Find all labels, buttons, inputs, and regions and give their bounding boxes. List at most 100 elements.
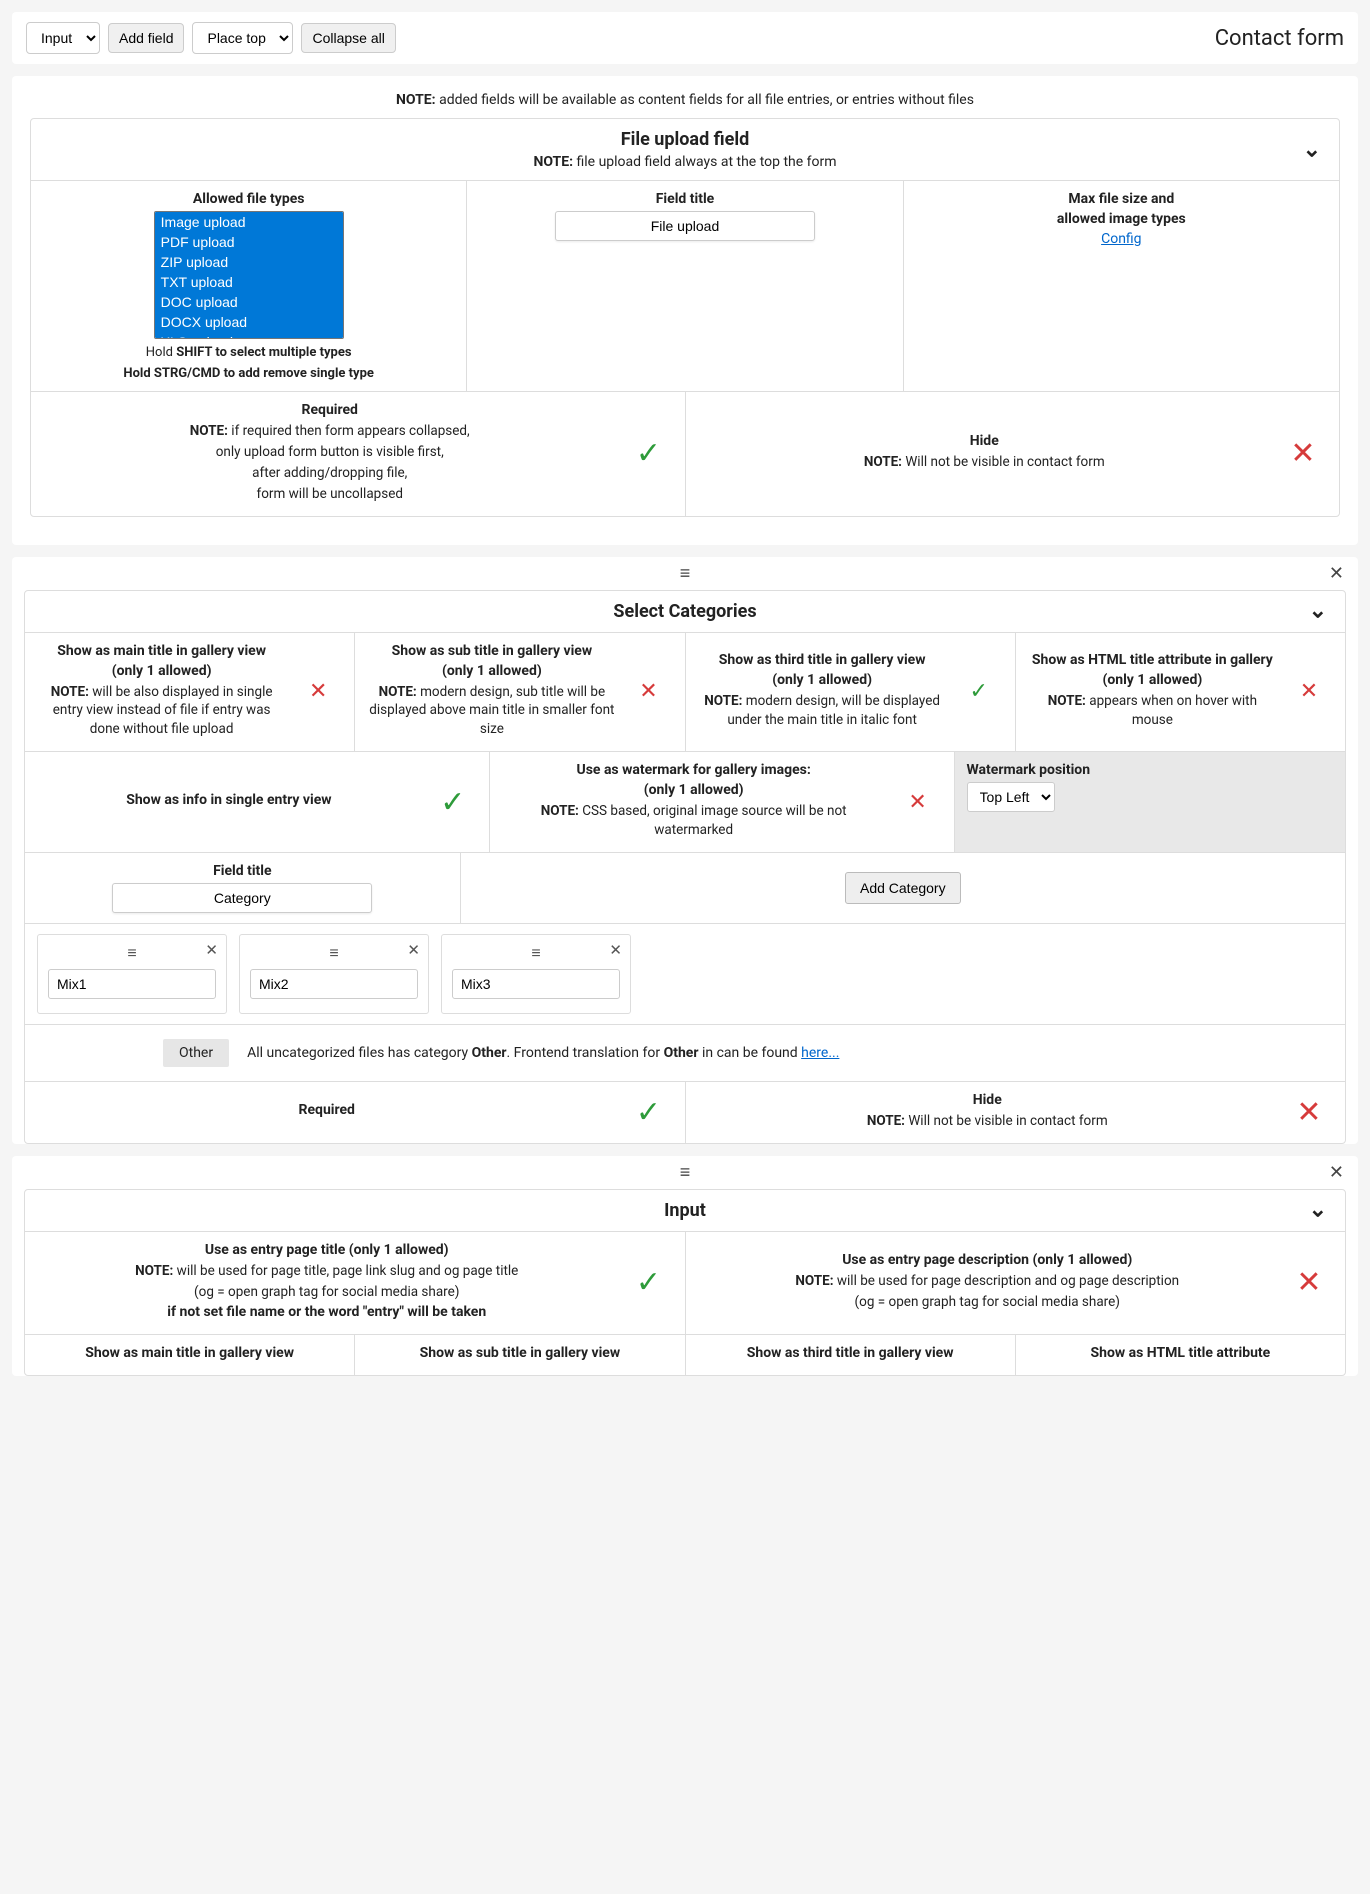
- cell-heading: Show as sub title in gallery view: [367, 643, 616, 659]
- drag-handle-icon[interactable]: ≡: [250, 943, 418, 963]
- input-panel: ≡ ✕ Input ⌄ Use as entry page title (onl…: [12, 1156, 1358, 1376]
- field-title-input[interactable]: [555, 211, 815, 241]
- main-title-cell: Show as main title in gallery view: [25, 1335, 355, 1375]
- watermark-position-select[interactable]: Top Left: [967, 782, 1055, 812]
- watermark-cell: Use as watermark for gallery images: (on…: [490, 752, 955, 852]
- ctrl-hint: Hold STRG/CMD to add remove single type: [43, 366, 454, 381]
- cross-icon[interactable]: ✕: [625, 679, 673, 704]
- category-field-title-cell: Field title: [25, 853, 461, 923]
- required-cell: Required NOTE: if required then form app…: [31, 392, 686, 516]
- cell-heading: Show as sub title in gallery view: [420, 1345, 621, 1361]
- input-header: Input ⌄: [25, 1190, 1345, 1231]
- category-name-input[interactable]: [48, 969, 216, 999]
- global-note: NOTE: added fields will be available as …: [30, 88, 1340, 118]
- cell-heading: Show as HTML title attribute: [1091, 1345, 1271, 1361]
- close-icon[interactable]: ✕: [609, 941, 622, 959]
- chevron-down-icon[interactable]: ⌄: [1303, 137, 1321, 162]
- config-link[interactable]: Config: [1101, 231, 1141, 247]
- category-name-input[interactable]: [250, 969, 418, 999]
- note-label: NOTE:: [533, 154, 573, 170]
- categories-title: Select Categories: [39, 601, 1331, 622]
- max-label-2: allowed image types: [916, 211, 1327, 227]
- third-title-cell: Show as third title in gallery view: [686, 1335, 1016, 1375]
- allowed-types-select[interactable]: Image upload PDF upload ZIP upload TXT u…: [154, 211, 344, 339]
- drag-handle-icon[interactable]: ≡: [48, 943, 216, 963]
- required-note: NOTE: if required then form appears coll…: [43, 422, 617, 441]
- cross-icon[interactable]: ✕: [1285, 679, 1333, 704]
- note-text: file upload field always at the top the …: [573, 154, 837, 170]
- cross-icon[interactable]: ✕: [1285, 1265, 1333, 1300]
- check-icon[interactable]: ✓: [429, 785, 477, 820]
- cell-note-bold: if not set file name or the word "entry"…: [37, 1304, 617, 1320]
- category-item: ≡ ✕: [37, 934, 227, 1014]
- chevron-down-icon[interactable]: ⌄: [1309, 1198, 1327, 1223]
- main-title-cell: Show as main title in gallery view (only…: [25, 633, 355, 752]
- allowed-types-label: Allowed file types: [43, 191, 454, 207]
- field-title-label: Field title: [37, 863, 448, 879]
- check-icon[interactable]: ✓: [625, 436, 673, 471]
- hide-cell: Hide NOTE: Will not be visible in contac…: [686, 1082, 1346, 1143]
- max-label-1: Max file size and: [916, 191, 1327, 207]
- drag-handle-icon[interactable]: ≡: [452, 943, 620, 963]
- cross-icon[interactable]: ✕: [1285, 1095, 1333, 1130]
- required-cell: Required ✓: [25, 1082, 686, 1143]
- max-file-cell: Max file size and allowed image types Co…: [904, 181, 1339, 391]
- chevron-down-icon[interactable]: ⌄: [1309, 599, 1327, 624]
- other-tag: Other: [163, 1039, 229, 1067]
- drag-handle-icon[interactable]: ≡: [680, 563, 691, 584]
- collapse-all-button[interactable]: Collapse all: [301, 23, 395, 53]
- cross-icon[interactable]: ✕: [894, 790, 942, 815]
- html-title-cell: Show as HTML title attribute: [1016, 1335, 1345, 1375]
- category-field-title-input[interactable]: [112, 883, 372, 913]
- info-cell: Show as info in single entry view ✓: [25, 752, 490, 852]
- required-label: Required: [43, 402, 617, 418]
- field-type-select[interactable]: Input: [26, 22, 100, 54]
- watermark-position-cell: Watermark position Top Left: [955, 752, 1345, 852]
- check-icon[interactable]: ✓: [625, 1095, 673, 1130]
- categories-header: Select Categories ⌄: [25, 591, 1345, 632]
- shift-hint: Hold SHIFT to select multiple types: [43, 345, 454, 360]
- categories-panel: ≡ ✕ Select Categories ⌄ Show as main tit…: [12, 557, 1358, 1144]
- drag-handle-icon[interactable]: ≡: [680, 1162, 691, 1183]
- close-icon[interactable]: ✕: [407, 941, 420, 959]
- third-title-cell: Show as third title in gallery view (onl…: [686, 633, 1016, 752]
- main-panel: NOTE: added fields will be available as …: [12, 76, 1358, 545]
- cell-heading: Show as third title in gallery view: [747, 1345, 954, 1361]
- required-note: after adding/dropping file,: [43, 464, 617, 483]
- input-block: Input ⌄ Use as entry page title (only 1 …: [24, 1189, 1346, 1376]
- cell-subheading: (only 1 allowed): [698, 672, 947, 688]
- category-boxes: ≡ ✕ ≡ ✕ ≡ ✕: [25, 923, 1345, 1024]
- cell-note: NOTE: modern design, sub title will be d…: [367, 683, 616, 740]
- add-category-cell: Add Category: [461, 853, 1345, 923]
- required-note: form will be uncollapsed: [43, 485, 617, 504]
- close-icon[interactable]: ✕: [1329, 1162, 1344, 1183]
- close-icon[interactable]: ✕: [1329, 563, 1344, 584]
- place-select[interactable]: Place top: [192, 22, 293, 54]
- cell-subheading: (only 1 allowed): [37, 663, 286, 679]
- toolbar: Input Add field Place top Collapse all C…: [12, 12, 1358, 64]
- cell-subheading: (only 1 allowed): [367, 663, 616, 679]
- check-icon[interactable]: ✓: [955, 679, 1003, 704]
- field-title-label: Field title: [479, 191, 890, 207]
- file-upload-title: File upload field: [45, 129, 1325, 150]
- cross-icon[interactable]: ✕: [1279, 436, 1327, 471]
- cell-note: NOTE: will be used for page description …: [698, 1272, 1278, 1291]
- add-category-button[interactable]: Add Category: [845, 872, 961, 904]
- cell-heading: Show as main title in gallery view: [85, 1345, 294, 1361]
- other-category-row: Other All uncategorized files has catego…: [25, 1024, 1345, 1081]
- check-icon[interactable]: ✓: [625, 1265, 673, 1300]
- required-label: Required: [37, 1102, 617, 1118]
- other-link[interactable]: here...: [801, 1045, 839, 1061]
- cell-subheading: (only 1 allowed): [1028, 672, 1277, 688]
- close-icon[interactable]: ✕: [205, 941, 218, 959]
- note-label: NOTE:: [396, 92, 436, 108]
- cell-note: NOTE: modern design, will be displayed u…: [698, 692, 947, 730]
- drag-bar: ≡ ✕: [12, 1156, 1358, 1189]
- cell-heading: Show as third title in gallery view: [698, 652, 947, 668]
- category-name-input[interactable]: [452, 969, 620, 999]
- cross-icon[interactable]: ✕: [294, 679, 342, 704]
- cell-note: NOTE: CSS based, original image source w…: [502, 802, 886, 840]
- add-field-button[interactable]: Add field: [108, 23, 184, 53]
- hide-cell: Hide NOTE: Will not be visible in contac…: [686, 392, 1340, 516]
- hide-label: Hide: [698, 1092, 1278, 1108]
